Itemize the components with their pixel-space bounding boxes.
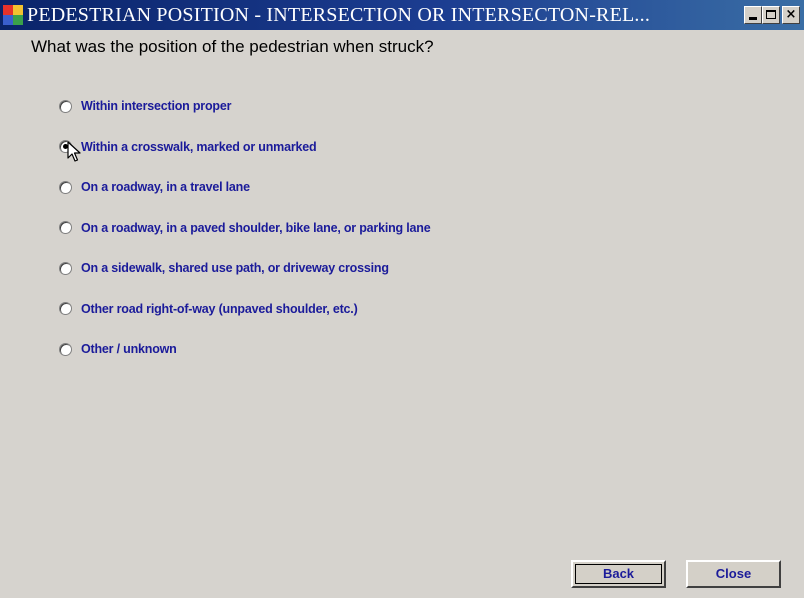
window-title: PEDESTRIAN POSITION - INTERSECTION OR IN…: [27, 4, 651, 26]
close-button[interactable]: Close: [686, 560, 781, 588]
option-within-intersection[interactable]: Within intersection proper: [59, 86, 430, 127]
position-options: Within intersection proper Within a cros…: [59, 86, 431, 370]
radio-button[interactable]: [59, 261, 72, 275]
option-label: On a sidewalk, shared use path, or drive…: [81, 261, 389, 276]
maximize-icon: [766, 10, 776, 19]
option-label: Other road right-of-way (unpaved shoulde…: [81, 301, 358, 316]
radio-button[interactable]: [59, 302, 72, 316]
option-sidewalk[interactable]: On a sidewalk, shared use path, or drive…: [59, 248, 430, 289]
back-button[interactable]: Back: [571, 560, 666, 588]
option-label: On a roadway, in a paved shoulder, bike …: [81, 220, 431, 235]
option-roadway-paved-shoulder[interactable]: On a roadway, in a paved shoulder, bike …: [59, 208, 431, 249]
option-label: Within a crosswalk, marked or unmarked: [81, 139, 317, 154]
title-bar[interactable]: PEDESTRIAN POSITION - INTERSECTION OR IN…: [0, 0, 804, 30]
option-label: Other / unknown: [81, 342, 177, 357]
close-window-button[interactable]: ×: [782, 6, 800, 24]
option-within-crosswalk[interactable]: Within a crosswalk, marked or unmarked: [59, 127, 430, 168]
option-label: Within intersection proper: [81, 99, 232, 114]
mouse-pointer-icon: [67, 141, 81, 162]
option-other-unknown[interactable]: Other / unknown: [59, 329, 430, 370]
option-other-right-of-way[interactable]: Other road right-of-way (unpaved shoulde…: [59, 289, 430, 330]
question-label: What was the position of the pedestrian …: [31, 37, 434, 56]
radio-button[interactable]: [59, 342, 72, 356]
maximize-button[interactable]: [762, 6, 780, 24]
minimize-icon: [749, 17, 757, 20]
dialog-window: PEDESTRIAN POSITION - INTERSECTION OR IN…: [0, 0, 804, 598]
option-label: On a roadway, in a travel lane: [81, 180, 250, 195]
window-controls: ×: [744, 6, 800, 24]
close-icon: ×: [785, 7, 797, 22]
option-roadway-travel-lane[interactable]: On a roadway, in a travel lane: [59, 167, 430, 208]
radio-button[interactable]: [59, 99, 72, 113]
radio-button[interactable]: [59, 180, 72, 194]
radio-button[interactable]: [59, 221, 72, 235]
minimize-button[interactable]: [744, 6, 762, 24]
app-icon[interactable]: [3, 5, 23, 25]
